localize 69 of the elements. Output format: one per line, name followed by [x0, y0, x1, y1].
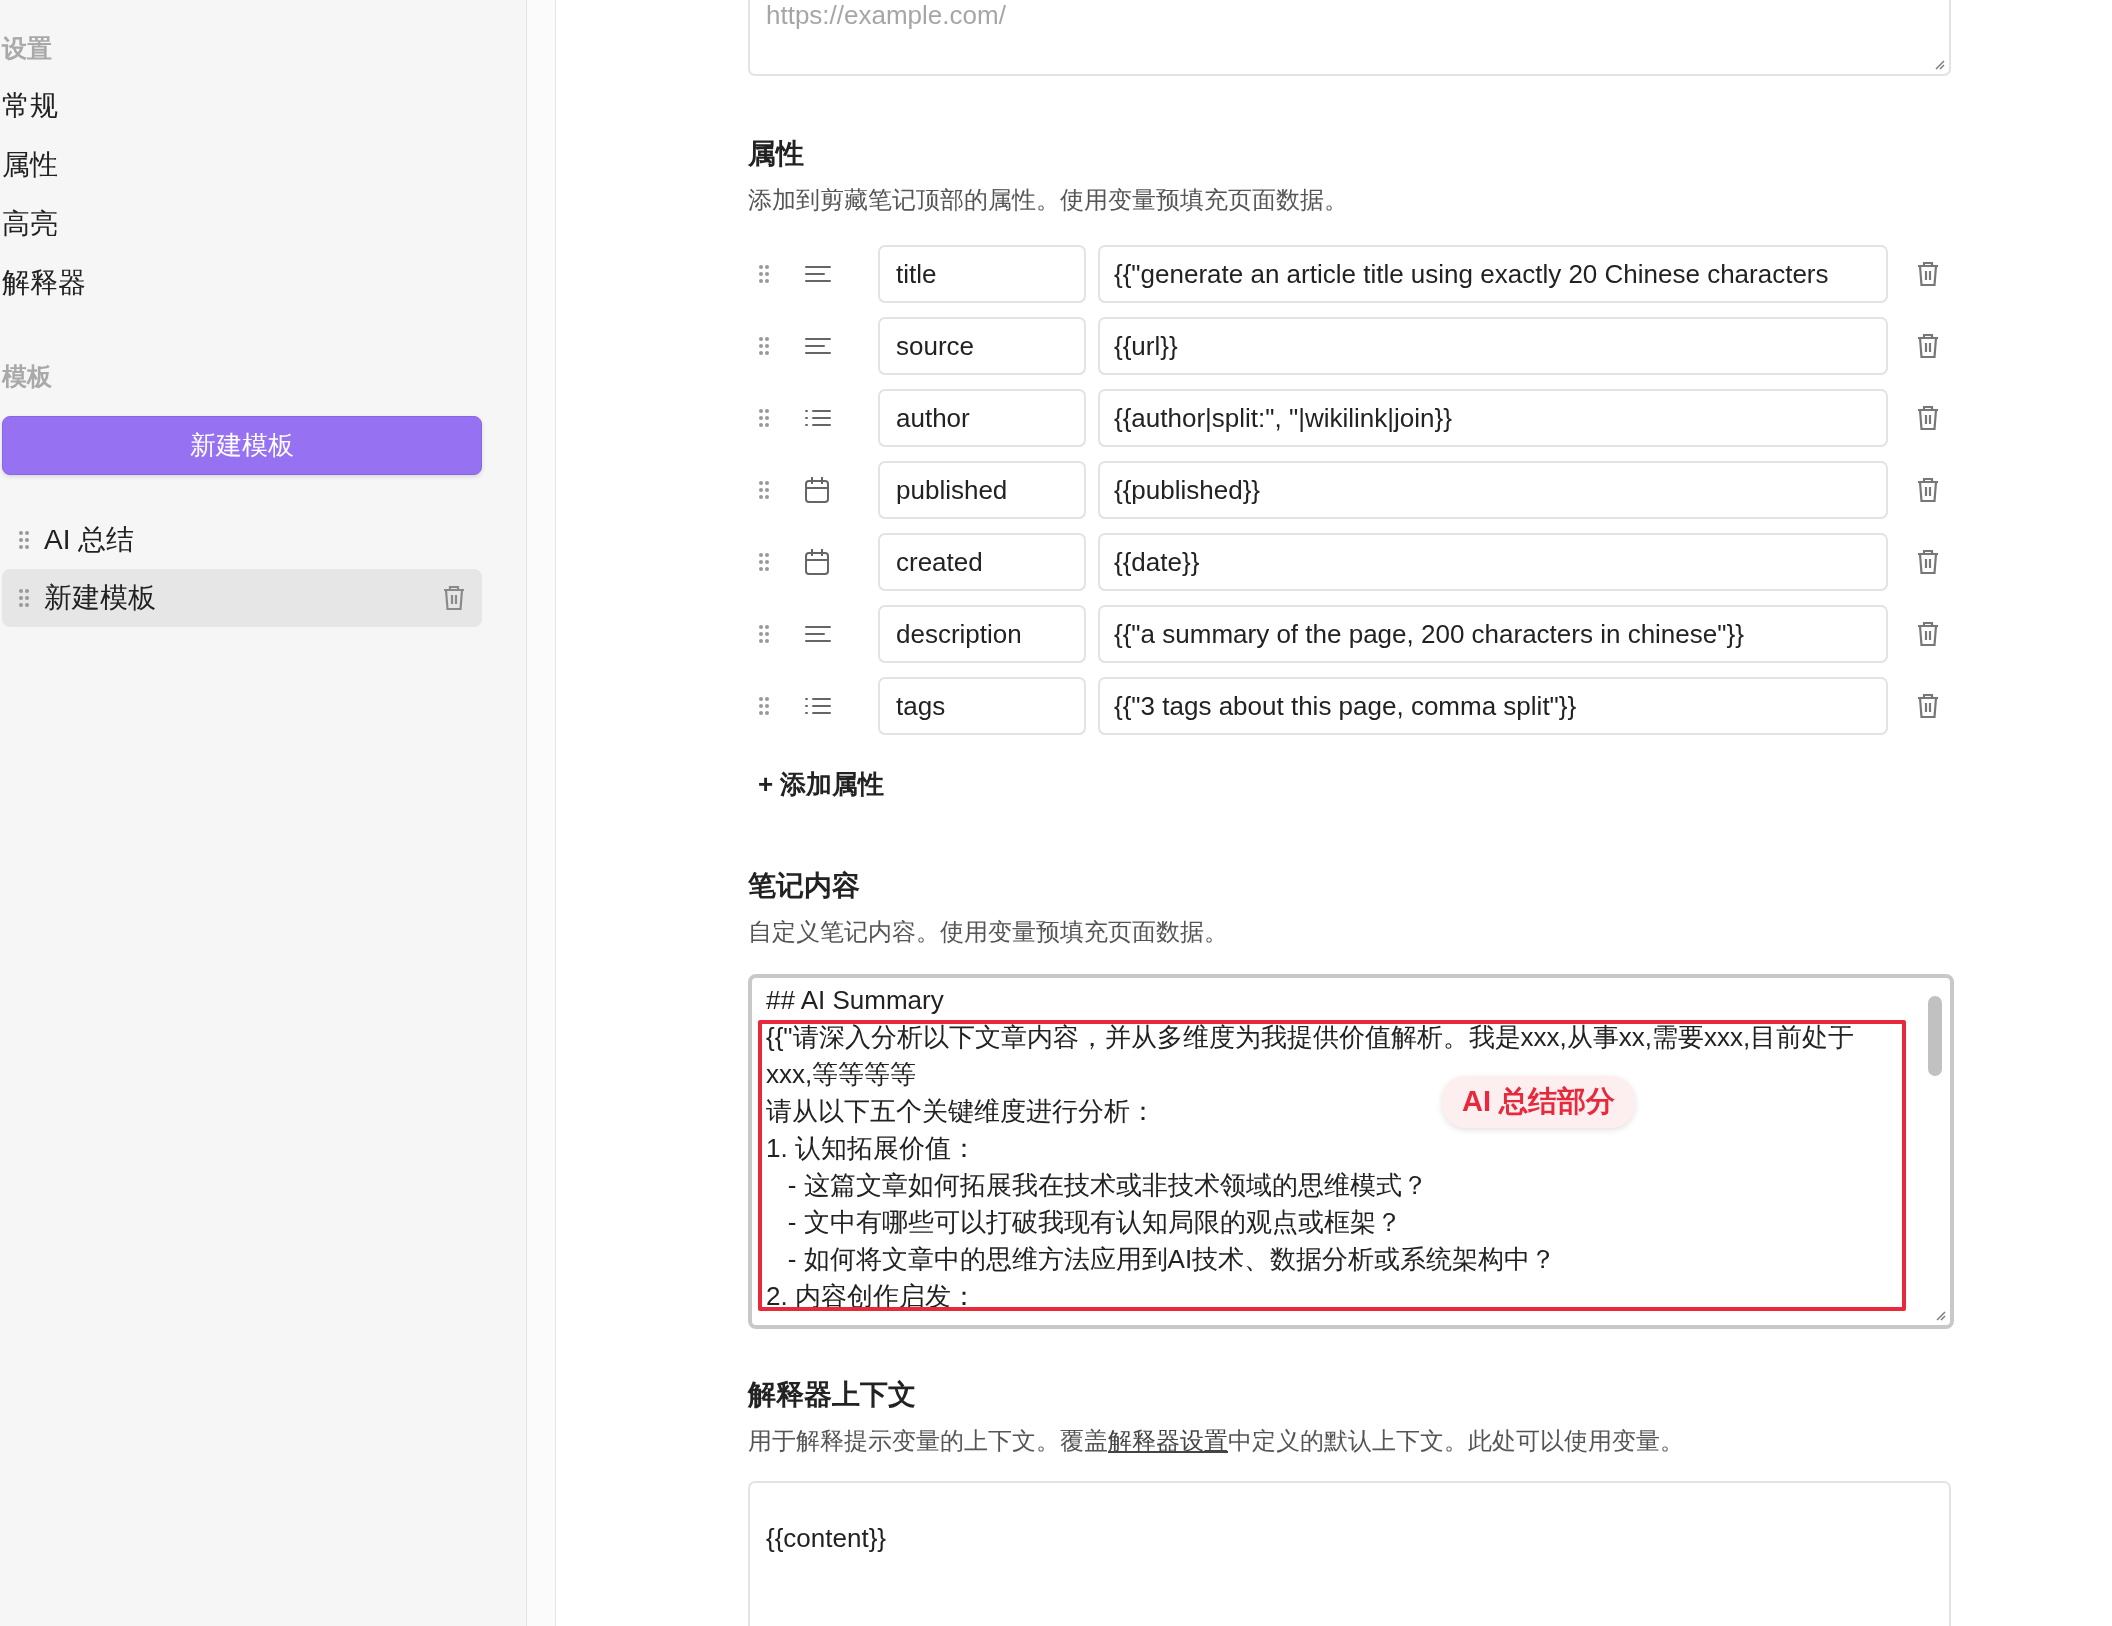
property-value-field[interactable]: {{url}} [1098, 317, 1888, 375]
property-name-field[interactable]: source [878, 317, 1086, 375]
note-text-line: 1. 认知拓展价值： [766, 1132, 977, 1165]
drag-handle-icon[interactable] [758, 552, 770, 572]
list-icon[interactable] [804, 696, 832, 716]
calendar-icon[interactable] [804, 476, 830, 504]
note-text-line: ## AI Summary [766, 984, 944, 1017]
delete-icon[interactable] [1916, 332, 1940, 360]
drag-handle-icon[interactable] [758, 696, 770, 716]
note-text-line: 请从以下五个关键维度进行分析： [766, 1095, 1156, 1128]
property-name-field[interactable]: published [878, 461, 1086, 519]
delete-icon[interactable] [1916, 404, 1940, 432]
section-title: 笔记内容 [748, 869, 861, 903]
property-name-field[interactable]: author [878, 389, 1086, 447]
drag-handle-icon[interactable] [18, 530, 30, 550]
template-name: 新建模板 [44, 581, 157, 615]
delete-icon[interactable] [1916, 260, 1940, 288]
annotation-label: AI 总结部分 [1442, 1076, 1636, 1128]
resize-grip-icon[interactable] [1934, 1309, 1946, 1321]
text-lines-icon[interactable] [804, 336, 832, 356]
section-heading: 设置 [2, 33, 53, 64]
property-value-field[interactable]: {{"generate an article title using exactly 20 Chinese characters [1098, 245, 1888, 303]
property-value-field[interactable]: {{published}} [1098, 461, 1888, 519]
list-icon[interactable] [804, 408, 832, 428]
property-value-field[interactable]: {{author|split:", "|wikilink|join}} [1098, 389, 1888, 447]
drag-handle-icon[interactable] [758, 480, 770, 500]
delete-icon[interactable] [1916, 692, 1940, 720]
section-description: 添加到剪藏笔记顶部的属性。使用变量预填充页面数据。 [748, 185, 1349, 215]
section-title: 属性 [748, 137, 805, 171]
resize-grip-icon[interactable] [1933, 58, 1945, 70]
text-lines-icon[interactable] [804, 264, 832, 284]
property-value-field[interactable]: {{"a summary of the page, 200 characters in chinese"}} [1098, 605, 1888, 663]
template-item[interactable]: 新建模板 [2, 569, 482, 627]
section-description: 自定义笔记内容。使用变量预填充页面数据。 [748, 917, 1229, 947]
drag-handle-icon[interactable] [18, 588, 30, 608]
delete-icon[interactable] [1916, 548, 1940, 576]
template-item[interactable]: AI 总结 [2, 511, 482, 569]
context-field[interactable]: {{content}} [748, 1481, 1951, 1626]
template-name: AI 总结 [44, 523, 136, 557]
section-description: 用于解释提示变量的上下文。覆盖解释器设置中定义的默认上下文。此处可以使用变量。 [748, 1426, 1685, 1456]
drag-handle-icon[interactable] [758, 336, 770, 356]
note-text-line: - 文中有哪些可以打破我现有认知局限的观点或框架？ [786, 1206, 1402, 1239]
nav-item[interactable]: 属性 [2, 147, 526, 183]
drag-handle-icon[interactable] [758, 624, 770, 644]
nav-item[interactable]: 解释器 [2, 265, 526, 301]
delete-icon[interactable] [1916, 476, 1940, 504]
add-property-button[interactable]: + 添加属性 [758, 767, 885, 802]
interpreter-settings-link[interactable]: 解释器设置 [1108, 1427, 1228, 1454]
property-name-field[interactable]: tags [878, 677, 1086, 735]
property-value-field[interactable]: {{"3 tags about this page, comma split"}} [1098, 677, 1888, 735]
property-value-field[interactable]: {{date}} [1098, 533, 1888, 591]
scrollbar-thumb[interactable] [1928, 996, 1942, 1076]
drag-handle-icon[interactable] [758, 408, 770, 428]
property-name-field[interactable]: created [878, 533, 1086, 591]
section-heading: 模板 [2, 361, 53, 392]
delete-icon[interactable] [1916, 620, 1940, 648]
property-name-field[interactable]: title [878, 245, 1086, 303]
note-text-line: - 如何将文章中的思维方法应用到AI技术、数据分析或系统架构中？ [786, 1243, 1557, 1276]
text-lines-icon[interactable] [804, 624, 832, 644]
nav-item[interactable]: 高亮 [2, 206, 526, 242]
section-title: 解释器上下文 [748, 1378, 917, 1412]
delete-icon[interactable] [442, 584, 466, 612]
nav-item[interactable]: 常规 [2, 88, 526, 124]
drag-handle-icon[interactable] [758, 264, 770, 284]
calendar-icon[interactable] [804, 548, 830, 576]
note-text-line: - 这篇文章如何拓展我在技术或非技术领域的思维模式？ [786, 1169, 1428, 1202]
note-content-field[interactable] [748, 974, 1954, 1329]
property-name-field[interactable]: description [878, 605, 1086, 663]
new-template-button[interactable]: 新建模板 [2, 416, 482, 475]
